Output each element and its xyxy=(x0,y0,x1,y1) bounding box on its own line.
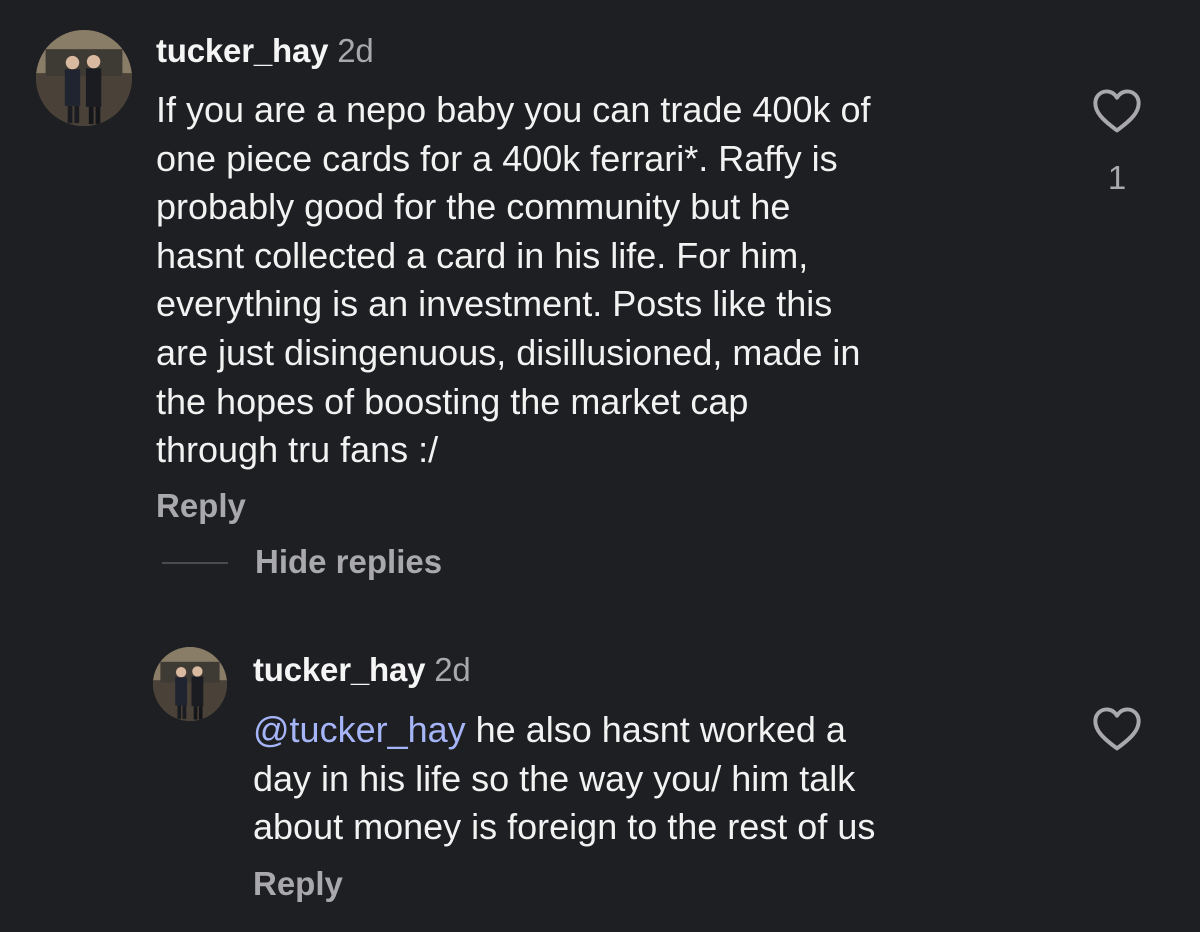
comment-text-line: everything is an investment. Posts like … xyxy=(156,283,833,325)
reply-text-line: day in his life so the way you/ him talk xyxy=(253,757,856,799)
reply-text-line: @tucker_hay he also hasnt worked a xyxy=(253,706,875,755)
reply-text-line: about money is foreign to the rest of us xyxy=(253,806,876,848)
like-button[interactable] xyxy=(1092,88,1142,134)
username-link[interactable]: tucker_hay xyxy=(253,651,425,688)
username-link[interactable]: tucker_hay xyxy=(156,32,328,69)
avatar-photo xyxy=(153,647,227,721)
mention-link[interactable]: @tucker_hay xyxy=(253,709,466,750)
comment-text-line: are just disingenuous, disillusioned, ma… xyxy=(156,331,861,373)
comment-text-line: If you are a nepo baby you can trade 400… xyxy=(156,89,871,130)
reply-button[interactable]: Reply xyxy=(253,864,343,904)
reply-header: tucker_hay 2d xyxy=(253,649,471,691)
avatar[interactable] xyxy=(36,30,132,126)
heart-outline-icon xyxy=(1093,707,1141,751)
comment-text: If you are a nepo baby you can trade 400… xyxy=(156,86,871,475)
comment-text-line: probably good for the community but he xyxy=(156,186,791,228)
replies-divider xyxy=(162,562,228,564)
reply-text-segment: he also hasnt worked a xyxy=(465,709,846,750)
heart-outline-icon xyxy=(1093,89,1141,133)
avatar[interactable] xyxy=(153,647,227,721)
reply-button[interactable]: Reply xyxy=(156,486,246,526)
reply-timestamp: 2d xyxy=(434,651,471,688)
like-count: 1 xyxy=(1107,159,1127,196)
comment-text-line: through tru fans :/ xyxy=(156,429,439,471)
reply-text: @tucker_hay he also hasnt worked a day i… xyxy=(253,706,875,852)
comment-header: tucker_hay 2d xyxy=(156,30,374,72)
like-button[interactable] xyxy=(1092,706,1142,752)
comment-text-line: one piece cards for a 400k ferrari*. Raf… xyxy=(156,137,838,179)
comment-timestamp: 2d xyxy=(337,32,374,69)
comment-text-line: the hopes of boosting the market cap xyxy=(156,380,749,422)
hide-replies-button[interactable]: Hide replies xyxy=(255,542,442,582)
comment-text-line: hasnt collected a card in his life. For … xyxy=(156,234,809,276)
avatar-photo xyxy=(36,30,132,126)
